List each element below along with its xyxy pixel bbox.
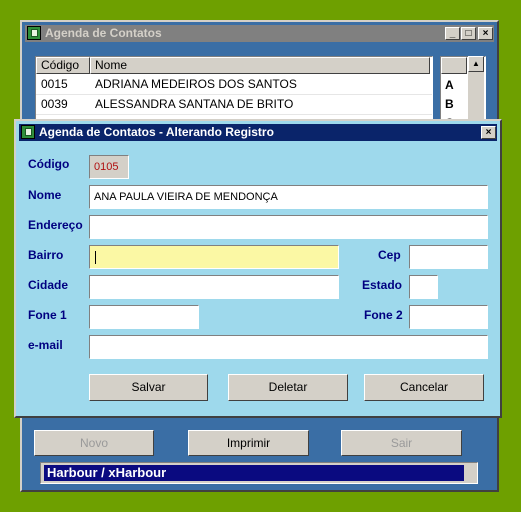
scroll-up-icon[interactable]: ▲ [468, 56, 484, 72]
label-codigo: Código [28, 157, 70, 171]
status-bar: Harbour / xHarbour [40, 462, 478, 484]
cidade-field[interactable] [89, 275, 339, 299]
estado-field[interactable] [409, 275, 438, 299]
main-window-titlebar[interactable]: Agenda de Contatos _ □ × [25, 25, 494, 42]
label-email: e-mail [28, 338, 63, 352]
column-header-nome[interactable]: Nome [90, 57, 430, 74]
label-estado: Estado [362, 278, 403, 292]
cancelar-button[interactable]: Cancelar [364, 374, 484, 401]
close-icon[interactable]: × [478, 27, 493, 40]
row-nome: ALESSANDRA SANTANA DE BRITO [95, 97, 294, 111]
row-codigo: 0039 [41, 97, 68, 111]
fone2-field[interactable] [409, 305, 488, 329]
label-cidade: Cidade [28, 278, 69, 292]
cep-field[interactable] [409, 245, 488, 269]
row-nome: ADRIANA MEDEIROS DOS SANTOS [95, 77, 297, 91]
imprimir-button[interactable]: Imprimir [188, 430, 309, 456]
contacts-list[interactable]: Código Nome 0015 ADRIANA MEDEIROS DOS SA… [35, 56, 433, 131]
label-nome: Nome [28, 188, 62, 202]
codigo-field: 0105 [89, 155, 129, 179]
nome-field[interactable]: ANA PAULA VIEIRA DE MENDONÇA [89, 185, 488, 209]
alphabet-letter[interactable]: A [445, 78, 465, 92]
table-row[interactable]: 0039 ALESSANDRA SANTANA DE BRITO [36, 94, 432, 114]
bairro-field[interactable] [89, 245, 339, 269]
minimize-icon[interactable]: _ [445, 27, 460, 40]
dialog-close-icon[interactable]: × [481, 126, 496, 139]
email-field[interactable] [89, 335, 488, 359]
alphabet-scrollbar[interactable]: ▲ [468, 56, 484, 126]
label-fone2: Fone 2 [364, 308, 403, 322]
label-fone1: Fone 1 [28, 308, 67, 322]
endereco-field[interactable] [89, 215, 488, 239]
alphabet-header [441, 57, 467, 74]
sair-button[interactable]: Sair [341, 430, 462, 456]
main-window-title: Agenda de Contatos [45, 26, 162, 40]
dialog-title: Agenda de Contatos - Alterando Registro [39, 125, 274, 139]
fone1-field[interactable] [89, 305, 199, 329]
label-cep: Cep [378, 248, 401, 262]
alphabet-letter[interactable]: B [445, 97, 465, 111]
edit-dialog: Agenda de Contatos - Alterando Registro … [14, 119, 502, 418]
status-text: Harbour / xHarbour [44, 465, 464, 481]
maximize-icon[interactable]: □ [461, 27, 476, 40]
dialog-titlebar[interactable]: Agenda de Contatos - Alterando Registro … [19, 124, 497, 141]
novo-button[interactable]: Novo [34, 430, 154, 456]
salvar-button[interactable]: Salvar [89, 374, 208, 401]
label-endereco: Endereço [28, 218, 83, 232]
deletar-button[interactable]: Deletar [228, 374, 348, 401]
row-codigo: 0015 [41, 77, 68, 91]
text-caret [95, 251, 96, 264]
app-icon [27, 26, 41, 40]
app-icon [21, 125, 35, 139]
table-row[interactable]: 0015 ADRIANA MEDEIROS DOS SANTOS [36, 75, 432, 94]
column-header-codigo[interactable]: Código [36, 57, 90, 74]
label-bairro: Bairro [28, 248, 64, 262]
